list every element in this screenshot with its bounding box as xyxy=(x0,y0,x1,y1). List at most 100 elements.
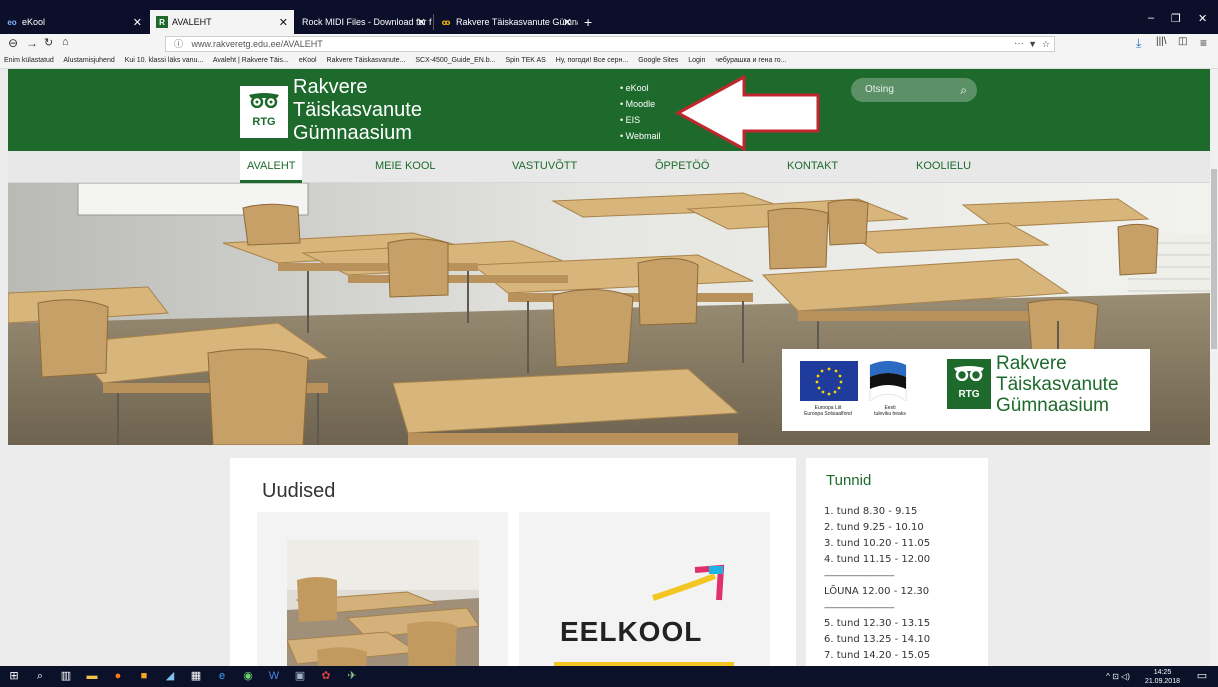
tray-icons[interactable]: ^ ⊡ ◁) xyxy=(1098,669,1138,684)
menu-icon[interactable]: ≡ xyxy=(1200,36,1207,50)
rtg-badge-text: RTG xyxy=(958,389,980,400)
app-icon-4[interactable]: ✿ xyxy=(318,669,334,684)
search-icon[interactable]: ⌕ xyxy=(960,78,967,102)
owl-icon xyxy=(954,366,984,381)
task-view-icon[interactable]: ▥ xyxy=(58,669,74,684)
hero-image: Euroopa Liit Euroopa Sotsiaalfond Eesti … xyxy=(8,183,1210,445)
bookmark-item[interactable]: Kui 10. klassi läks vanu... xyxy=(125,57,204,64)
lesson-row: 4. tund 11.15 - 12.00 xyxy=(824,554,931,565)
clock-time: 14:25 xyxy=(1153,669,1172,676)
bookmark-star-icon[interactable]: ☆ xyxy=(1042,37,1050,51)
menu-item-avaleht[interactable]: AVALEHT xyxy=(247,160,296,172)
browser-tab-bar: eo eKool ✕ R AVALEHT ✕ Rock MIDI Files -… xyxy=(0,0,1218,34)
outlook-icon[interactable]: ■ xyxy=(136,669,152,684)
menu-item-koolielu[interactable]: KOOLIELU xyxy=(916,160,971,172)
home-icon[interactable]: ⌂ xyxy=(62,36,69,48)
minimize-icon[interactable]: – xyxy=(1148,12,1154,24)
menu-item-meie-kool[interactable]: MEIE KOOL xyxy=(375,160,436,172)
lesson-row: 6. tund 13.25 - 14.10 xyxy=(824,634,931,645)
quick-link-webmail[interactable]: • Webmail xyxy=(620,128,661,144)
app-icon-2[interactable]: ◉ xyxy=(240,669,256,684)
bookmark-item[interactable]: Rakvere Täiskasvanute... xyxy=(327,57,406,64)
app-icon[interactable]: ◢ xyxy=(162,669,178,684)
bookmark-item[interactable]: SCX-4500_Guide_EN.b... xyxy=(415,57,495,64)
page-actions-icon[interactable]: ··· xyxy=(1014,37,1024,51)
search-icon[interactable]: ⌕ xyxy=(32,669,48,684)
lesson-row: LÕUNA 12.00 - 12.30 xyxy=(824,586,930,597)
download-icon[interactable]: ⤓ xyxy=(1136,36,1141,51)
bookmark-item[interactable]: Login xyxy=(688,57,705,64)
quick-links: • eKool • Moodle • EIS • Webmail xyxy=(620,80,661,144)
bookmark-item[interactable]: Spin TEK AS xyxy=(505,57,545,64)
lesson-row: 3. tund 10.20 - 11.05 xyxy=(824,538,931,549)
owl-icon xyxy=(249,93,279,108)
menu-item-vastuvott[interactable]: VASTUVÕTT xyxy=(512,160,577,172)
firefox-icon[interactable]: ● xyxy=(110,669,126,684)
quick-link-moodle[interactable]: • Moodle xyxy=(620,96,661,112)
menu-item-kontakt[interactable]: KONTAKT xyxy=(787,160,838,172)
ee-caption-2: tuleviku heaks xyxy=(874,411,906,417)
tab-label: eKool xyxy=(22,17,46,27)
estonia-ribbon-icon xyxy=(869,360,907,402)
forward-icon[interactable]: → xyxy=(26,36,38,50)
tab-rtg[interactable]: ꝏ Rakvere Täiskasvanute Gümnaa ✕ xyxy=(434,10,578,34)
notifications-icon[interactable]: ▭ xyxy=(1194,669,1210,684)
logo-line-2: Täiskasvanute xyxy=(293,99,422,121)
word-icon[interactable]: W xyxy=(266,669,282,684)
page-scrollbar[interactable] xyxy=(1210,69,1218,666)
bookmark-item[interactable]: Ну, погоди! Все серн... xyxy=(556,57,628,64)
pocket-icon[interactable]: ▼ xyxy=(1028,37,1037,51)
site-logo[interactable]: RTG xyxy=(240,86,288,138)
app-icon-3[interactable]: ▣ xyxy=(292,669,308,684)
lesson-divider: ------------------------------------- xyxy=(824,603,895,612)
news-title: Uudised xyxy=(262,480,336,502)
scrollbar-thumb[interactable] xyxy=(1211,169,1217,349)
tab-label: Rakvere Täiskasvanute Gümnaa xyxy=(456,17,578,27)
bookmark-item[interactable]: Avaleht | Rakvere Täis... xyxy=(213,57,289,64)
quick-link-ekool[interactable]: • eKool xyxy=(620,80,661,96)
bookmark-item[interactable]: Enim külastatud xyxy=(4,57,54,64)
close-icon[interactable]: ✕ xyxy=(563,16,572,29)
back-icon[interactable]: ⊖ xyxy=(8,36,18,50)
sidebar-icon[interactable]: ◫ xyxy=(1178,36,1187,47)
tab-avaleht[interactable]: R AVALEHT ✕ xyxy=(150,10,294,34)
lessons-title: Tunnid xyxy=(826,472,872,489)
menu-item-oppetoo[interactable]: ÕPPETÖÖ xyxy=(655,160,709,172)
close-window-icon[interactable]: ✕ xyxy=(1198,12,1207,25)
info-icon[interactable]: ⓘ xyxy=(174,39,183,49)
main-menu: AVALEHT MEIE KOOL VASTUVÕTT ÕPPETÖÖ KONT… xyxy=(8,151,1210,183)
web-page: RTG Rakvere Täiskasvanute Gümnaasium • e… xyxy=(8,69,1210,666)
bookmarks-toolbar: Enim külastatud Alustamisjuhend Kui 10. … xyxy=(0,54,1218,69)
new-tab-button[interactable]: + xyxy=(578,10,598,34)
windows-start-icon[interactable]: ⊞ xyxy=(6,669,22,684)
site-header: RTG Rakvere Täiskasvanute Gümnaasium • e… xyxy=(8,69,1210,151)
rtg-favicon: R xyxy=(156,16,168,28)
maximize-icon[interactable]: ❐ xyxy=(1171,12,1181,25)
search-input[interactable]: Otsing ⌕ xyxy=(851,78,977,102)
sponsor-banner: Euroopa Liit Euroopa Sotsiaalfond Eesti … xyxy=(782,349,1150,431)
tab-rock-midi[interactable]: Rock MIDI Files - Download for free ✕ xyxy=(296,10,432,34)
bookmark-item[interactable]: чебурашка и гена го... xyxy=(715,57,786,64)
taskbar-clock[interactable]: 14:25 21.09.2018 xyxy=(1145,668,1180,686)
news-card[interactable] xyxy=(257,512,508,666)
library-icon[interactable]: |||\ xyxy=(1156,36,1167,47)
reload-icon[interactable]: ↻ xyxy=(44,36,53,49)
app-icon-5[interactable]: ✈ xyxy=(344,669,360,684)
lesson-divider: ------------------------------------- xyxy=(824,571,895,580)
bookmark-item[interactable]: Alustamisjuhend xyxy=(63,57,114,64)
content-area: Uudised EELKOOL Tunnid 1. tund 8.30 - 9.… xyxy=(8,445,1210,666)
url-bar[interactable]: ⓘ www.rakveretg.edu.ee/AVALEHT ··· ▼ ☆ xyxy=(165,36,1055,52)
bookmark-item[interactable]: eKool xyxy=(299,57,317,64)
eu-caption-2: Euroopa Sotsiaalfond xyxy=(804,411,852,417)
close-icon[interactable]: ✕ xyxy=(133,16,142,29)
calculator-icon[interactable]: ▦ xyxy=(188,669,204,684)
news-card[interactable]: EELKOOL xyxy=(519,512,770,666)
edge-icon[interactable]: e xyxy=(214,669,230,684)
quick-link-eis[interactable]: • EIS xyxy=(620,112,661,128)
bookmark-item[interactable]: Google Sites xyxy=(638,57,678,64)
tab-ekool[interactable]: eo eKool ✕ xyxy=(0,10,148,34)
lesson-row: 5. tund 12.30 - 13.15 xyxy=(824,618,931,629)
close-icon[interactable]: ✕ xyxy=(279,16,288,29)
close-icon[interactable]: ✕ xyxy=(417,16,426,29)
file-explorer-icon[interactable]: ▬ xyxy=(84,669,100,684)
